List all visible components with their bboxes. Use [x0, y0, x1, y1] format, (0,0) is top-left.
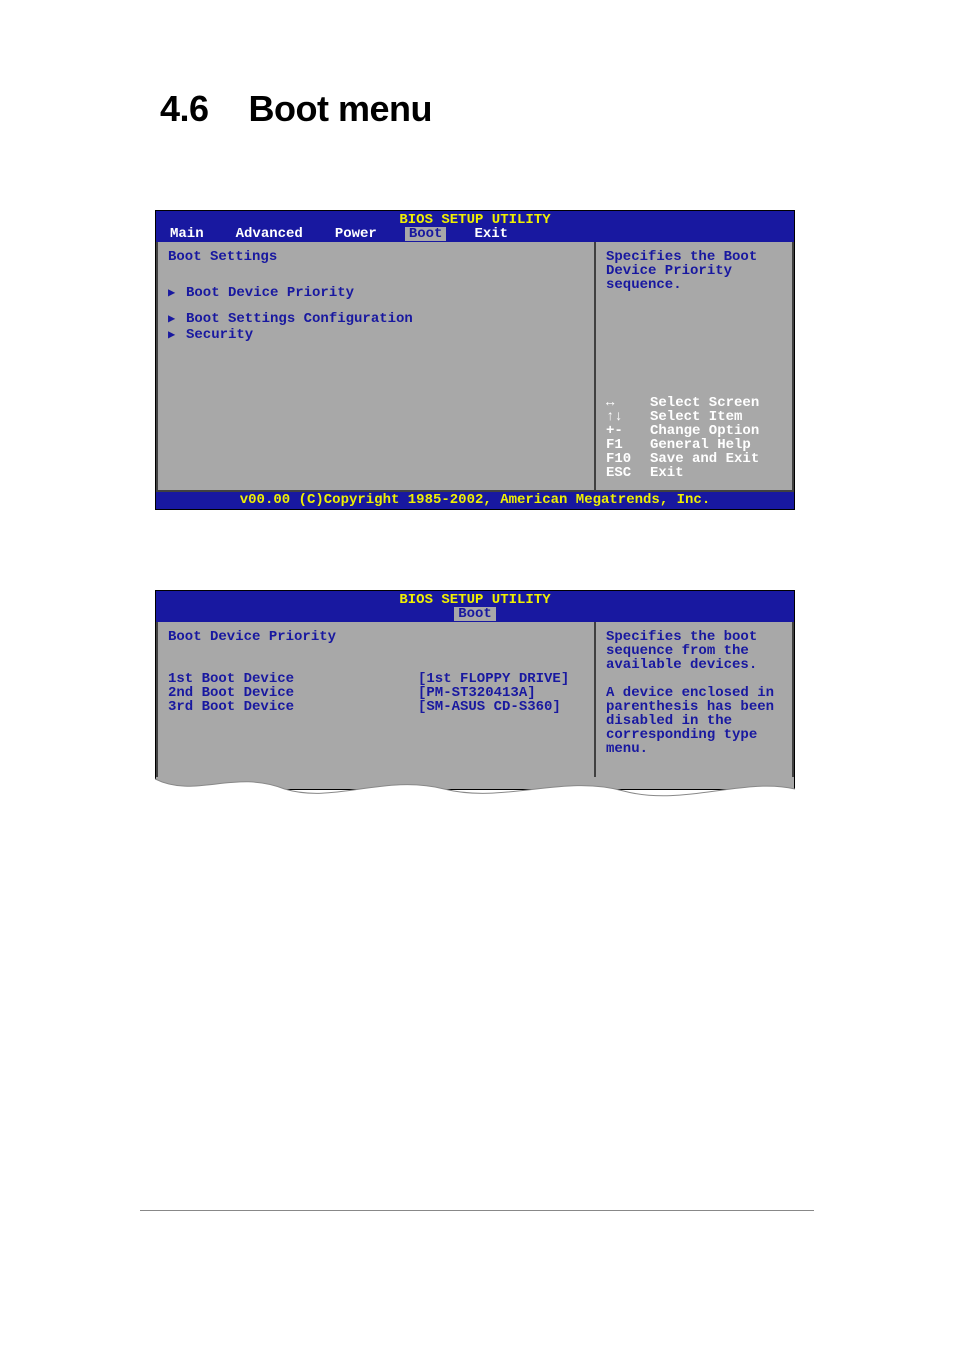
section-number: 4.6: [160, 88, 209, 130]
bios-title: BIOS SETUP UTILITY: [156, 211, 794, 227]
tab-advanced[interactable]: Advanced: [232, 227, 307, 241]
boot-device-row-3[interactable]: 3rd Boot Device [SM-ASUS CD-S360]: [168, 700, 584, 714]
boot-device-row-1[interactable]: 1st Boot Device [1st FLOPPY DRIVE]: [168, 672, 584, 686]
boot-device-label: 3rd Boot Device: [168, 700, 418, 714]
page-footer-rule: [140, 1210, 814, 1211]
boot-device-value: [1st FLOPPY DRIVE]: [418, 672, 569, 686]
key-action: Select Item: [650, 410, 742, 424]
key: ↑↓: [606, 410, 650, 424]
bios-help-panel: Specifies the boot sequence from the ava…: [594, 622, 794, 777]
tab-exit[interactable]: Exit: [470, 227, 512, 241]
menu-label: Boot Settings Configuration: [186, 312, 413, 326]
bios-window-boot-settings: BIOS SETUP UTILITY MainAdvancedPowerBoot…: [155, 210, 795, 510]
key-action: General Help: [650, 438, 751, 452]
bios-title: BIOS SETUP UTILITY: [156, 591, 794, 607]
tab-boot[interactable]: Boot: [454, 607, 496, 621]
boot-device-label: 1st Boot Device: [168, 672, 418, 686]
section-text: Boot menu: [249, 88, 432, 129]
key: F10: [606, 452, 650, 466]
key: ↔: [606, 396, 650, 410]
tab-power[interactable]: Power: [331, 227, 381, 241]
keyboard-help: ↔Select Screen ↑↓Select Item +-Change Op…: [606, 396, 782, 480]
submenu-arrow-icon: ▶: [168, 287, 186, 299]
help-text: Specifies the boot sequence from the ava…: [606, 630, 782, 672]
key: ESC: [606, 466, 650, 480]
key: +-: [606, 424, 650, 438]
bios-tabs: Boot: [156, 607, 794, 622]
boot-device-value: [PM-ST320413A]: [418, 686, 536, 700]
menu-label: Boot Device Priority: [186, 286, 354, 300]
bios-left-panel: Boot Settings ▶ Boot Device Priority ▶ B…: [156, 242, 594, 492]
key-action: Exit: [650, 466, 684, 480]
menu-item-boot-device-priority[interactable]: ▶ Boot Device Priority: [168, 286, 584, 300]
key-action: Change Option: [650, 424, 759, 438]
bios-help-panel: Specifies the Boot Device Priority seque…: [594, 242, 794, 492]
section-label: Boot Device Priority: [168, 630, 584, 644]
key: F1: [606, 438, 650, 452]
tab-boot[interactable]: Boot: [405, 227, 447, 241]
bios-window-boot-device-priority: BIOS SETUP UTILITY Boot Boot Device Prio…: [155, 590, 795, 790]
help-text: A device enclosed in parenthesis has bee…: [606, 686, 782, 756]
section-label: Boot Settings: [168, 250, 584, 264]
bios-left-panel: Boot Device Priority 1st Boot Device [1s…: [156, 622, 594, 777]
page-title: 4.6 Boot menu: [160, 88, 814, 130]
boot-device-row-2[interactable]: 2nd Boot Device [PM-ST320413A]: [168, 686, 584, 700]
torn-edge-icon: [155, 769, 795, 809]
key-action: Save and Exit: [650, 452, 759, 466]
menu-item-boot-settings-configuration[interactable]: ▶ Boot Settings Configuration: [168, 312, 584, 326]
menu-label: Security: [186, 328, 253, 342]
menu-item-security[interactable]: ▶ Security: [168, 328, 584, 342]
boot-device-label: 2nd Boot Device: [168, 686, 418, 700]
help-text: Specifies the Boot Device Priority seque…: [606, 250, 782, 292]
key-action: Select Screen: [650, 396, 759, 410]
tab-main[interactable]: Main: [166, 227, 208, 241]
bios-footer: v00.00 (C)Copyright 1985-2002, American …: [156, 492, 794, 509]
bios-tabs: Main Advanced Power Boot Exit: [156, 227, 794, 242]
submenu-arrow-icon: ▶: [168, 329, 186, 341]
submenu-arrow-icon: ▶: [168, 313, 186, 325]
boot-device-value: [SM-ASUS CD-S360]: [418, 700, 561, 714]
